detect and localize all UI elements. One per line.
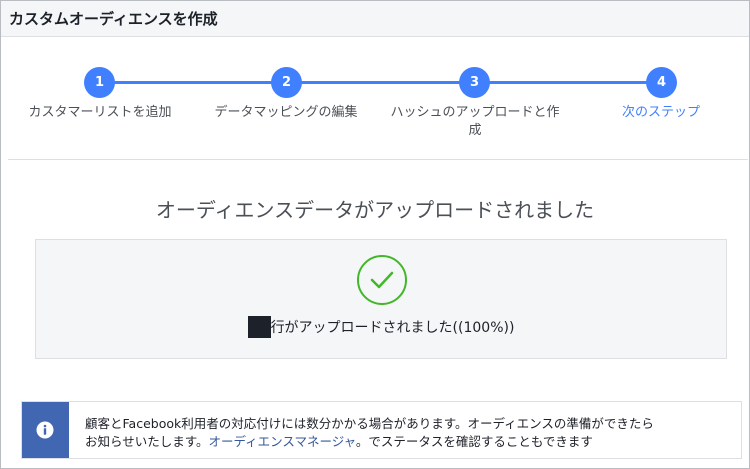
step-3-circle: 3 [459, 67, 490, 98]
redacted-count [247, 316, 271, 338]
upload-result-panel: 行がアップロードされました((100%)) [35, 239, 727, 359]
info-text-line1: 顧客とFacebook利用者の対応付けには数分かかる場合があります。オーディエン… [85, 416, 654, 431]
stepper-line [100, 81, 662, 84]
info-icon-area [22, 402, 69, 458]
info-text: 顧客とFacebook利用者の対応付けには数分かかる場合があります。オーディエン… [85, 415, 735, 451]
step-2-label: データマッピングの編集 [214, 105, 358, 120]
step-2-circle: 2 [271, 67, 302, 98]
dialog-header: カスタムオーディエンスを作成 [1, 1, 749, 37]
info-text-suffix: 。でステータスを確認することもできます [355, 434, 593, 449]
step-3-label: ハッシュのアップロードと作 成 [372, 104, 578, 140]
step-4-label: 次のステップ [621, 105, 700, 120]
upload-result-message: 行がアップロードされました((100%)) [36, 316, 726, 338]
audience-manager-link[interactable]: オーディエンスマネージャ [209, 434, 356, 449]
section-divider [8, 159, 748, 160]
upload-complete-title: オーディエンスデータがアップロードされました [155, 198, 595, 222]
step-4-circle: 4 [646, 67, 677, 98]
info-text-line2: お知らせいたします。オーディエンスマネージャ。でステータスを確認することもできま… [85, 433, 735, 451]
info-text-prefix: お知らせいたします。 [85, 434, 209, 449]
upload-result-text: 行がアップロードされました((100%)) [270, 320, 515, 336]
dialog-title: カスタムオーディエンスを作成 [9, 10, 218, 28]
progress-stepper: 1 カスタマーリストを追加 2 データマッピングの編集 3 ハッシュのアップロー… [0, 60, 750, 155]
step-1-label: カスタマーリストを追加 [28, 105, 172, 120]
info-notice: 顧客とFacebook利用者の対応付けには数分かかる場合があります。オーディエン… [21, 401, 742, 459]
info-icon [36, 421, 54, 439]
step-3-label-line1: ハッシュのアップロードと作 [390, 105, 560, 120]
step-3-label-line2: 成 [468, 123, 482, 138]
check-circle-icon [357, 255, 407, 305]
step-1-circle: 1 [84, 67, 115, 98]
